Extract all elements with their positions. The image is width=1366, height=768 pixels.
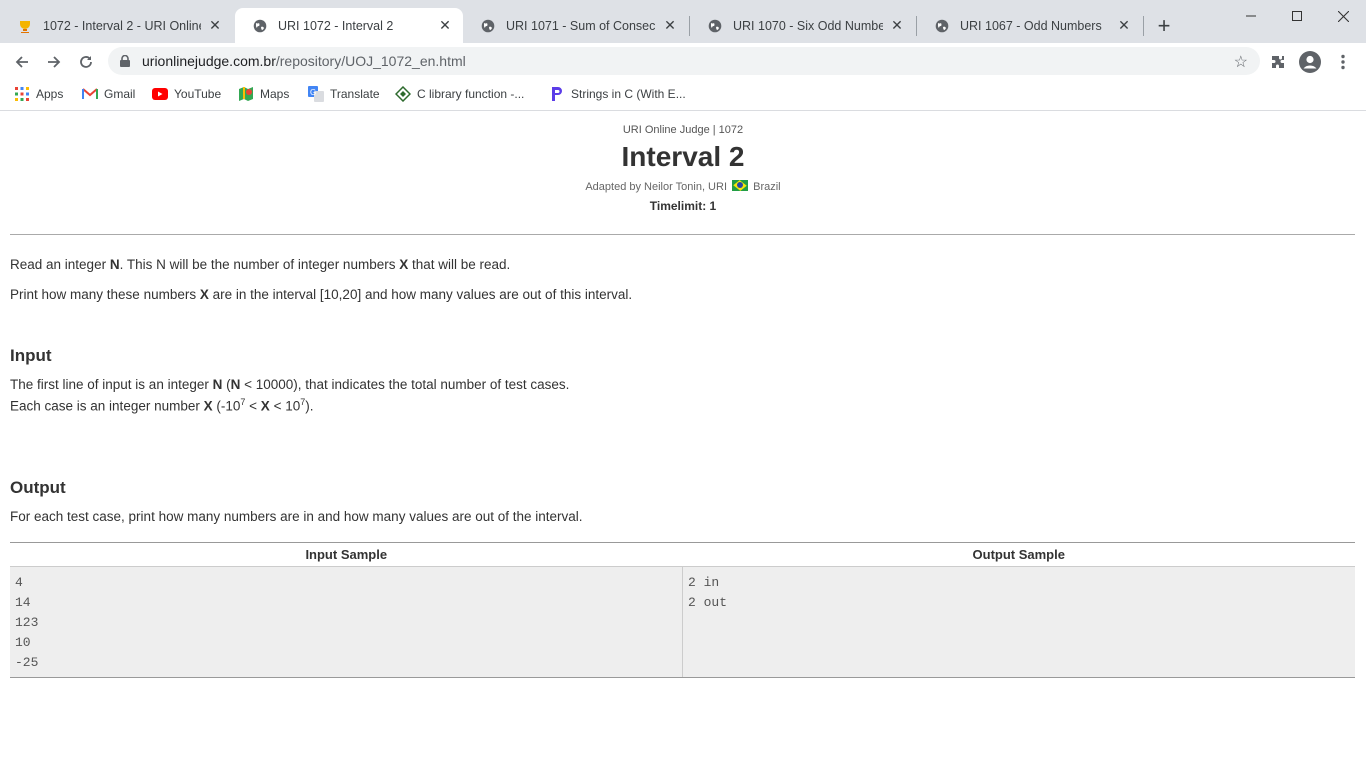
- bookmark-label: Apps: [36, 87, 64, 101]
- menu-button[interactable]: [1329, 48, 1357, 76]
- globe-icon: [480, 18, 496, 34]
- bookmark-label: Translate: [330, 87, 380, 101]
- gmail-icon: [82, 86, 98, 102]
- timelimit: Timelimit: 1: [649, 199, 717, 213]
- bookmark-maps[interactable]: Maps: [238, 86, 289, 102]
- tab-uri-1067[interactable]: URI 1067 - Odd Numbers ✕: [917, 8, 1142, 43]
- globe-icon: [707, 18, 723, 34]
- globe-icon: [934, 18, 950, 34]
- bookmark-apps[interactable]: Apps: [14, 86, 63, 102]
- bookmark-label: Gmail: [104, 87, 136, 101]
- close-icon[interactable]: ✕: [662, 17, 678, 34]
- problem-breadcrumb: URI Online Judge | 1072: [622, 124, 744, 136]
- input-sample-line: 4: [15, 575, 23, 590]
- close-icon[interactable]: ✕: [437, 17, 453, 34]
- back-arrow-icon: [15, 56, 28, 68]
- input-sample-header: Input Sample: [305, 547, 388, 562]
- tab-title: URI 1071 - Sum of Consecutive: [506, 18, 656, 33]
- output-sample-body: 2 in 2 out: [682, 567, 1355, 677]
- tab-uri-1071[interactable]: URI 1071 - Sum of Consecutive ✕: [463, 8, 688, 43]
- input-line-1: The first line of input is an integer N …: [10, 377, 570, 392]
- output-sample-line: 2 in: [688, 575, 720, 590]
- bookmark-c-library[interactable]: C library function -...: [395, 86, 524, 102]
- bookmark-label: Maps: [260, 87, 290, 101]
- tab-title: URI 1070 - Six Odd Numbers: [733, 18, 883, 33]
- tab-title: 1072 - Interval 2 - URI Online J: [43, 18, 201, 33]
- extensions-button[interactable]: [1264, 48, 1292, 76]
- bookmark-star-icon[interactable]: ☆: [1234, 52, 1248, 72]
- close-icon[interactable]: ✕: [889, 17, 905, 34]
- tab-separator: [1143, 16, 1144, 36]
- c-library-icon: [395, 86, 411, 102]
- description-paragraph-1: Read an integer N. This N will be the nu…: [10, 257, 511, 272]
- bookmark-youtube[interactable]: YouTube: [152, 86, 221, 102]
- output-description: For each test case, print how many numbe…: [10, 509, 583, 524]
- bookmark-strings-in-c[interactable]: Strings in C (With E...: [549, 86, 686, 102]
- lock-icon: [120, 55, 132, 67]
- apps-grid-icon: [14, 86, 30, 102]
- input-sample-body: 4 14 123 10 -25: [10, 567, 682, 677]
- divider: [10, 234, 1355, 235]
- close-icon[interactable]: ✕: [207, 17, 223, 34]
- tab-title: URI 1072 - Interval 2: [278, 18, 394, 33]
- input-heading: Input: [10, 346, 52, 365]
- youtube-icon: [152, 86, 168, 102]
- close-icon[interactable]: ✕: [1116, 17, 1132, 34]
- globe-icon: [252, 18, 268, 34]
- browser-toolbar: urionlinejudge.com.br/repository/UOJ_107…: [0, 43, 1366, 80]
- bookmark-gmail[interactable]: Gmail: [82, 86, 135, 102]
- back-button[interactable]: [8, 48, 36, 76]
- profile-button[interactable]: [1296, 48, 1324, 76]
- page-content: URI Online Judge | 1072 Interval 2 Adapt…: [0, 111, 1366, 768]
- output-heading: Output: [10, 478, 66, 497]
- tab-title: URI 1067 - Odd Numbers: [960, 18, 1102, 33]
- input-sample-line: 123: [15, 615, 39, 630]
- brazil-flag-icon: [732, 180, 749, 191]
- forward-button[interactable]: [40, 48, 68, 76]
- bookmark-translate[interactable]: G Translate: [308, 86, 380, 102]
- tab-strip: 1072 - Interval 2 - URI Online J ✕ URI 1…: [0, 0, 1366, 43]
- minimize-button[interactable]: [1228, 0, 1274, 32]
- url-host: urionlinejudge.com.br: [142, 53, 276, 69]
- reload-icon: [80, 56, 92, 68]
- input-sample-line: 10: [15, 635, 31, 650]
- bookmark-label: YouTube: [174, 87, 222, 101]
- close-window-button[interactable]: [1320, 0, 1366, 32]
- tab-1072-uri-online[interactable]: 1072 - Interval 2 - URI Online J ✕: [0, 8, 233, 43]
- page-title: Interval 2: [621, 141, 745, 172]
- kebab-menu-icon: [1341, 54, 1345, 70]
- new-tab-button[interactable]: +: [1152, 13, 1176, 38]
- maps-icon: [238, 86, 254, 102]
- sample-table: Input Sample Output Sample 4 14 123 10 -…: [10, 542, 1355, 678]
- adapted-by-text: Adapted by Neilor Tonin, URI: [585, 181, 727, 193]
- tab-uri-1072-interval-2[interactable]: URI 1072 - Interval 2 ✕: [235, 8, 463, 43]
- puzzle-icon: [1272, 56, 1284, 68]
- description-paragraph-2: Print how many these numbers X are in th…: [10, 287, 633, 302]
- programiz-icon: [549, 86, 565, 102]
- forward-arrow-icon: [48, 56, 61, 68]
- bookmarks-bar: Apps Gmail YouTube Maps G Translate C li…: [0, 80, 1366, 111]
- avatar-icon: [1299, 51, 1321, 73]
- translate-icon: G: [308, 86, 324, 102]
- output-sample-line: 2 out: [688, 595, 728, 610]
- input-sample-line: 14: [15, 595, 31, 610]
- bookmark-label: C library function -...: [417, 87, 525, 101]
- maximize-button[interactable]: [1274, 0, 1320, 32]
- tab-uri-1070[interactable]: URI 1070 - Six Odd Numbers ✕: [690, 8, 915, 43]
- country-name: Brazil: [753, 181, 781, 193]
- svg-text:G: G: [310, 88, 316, 97]
- output-sample-header: Output Sample: [972, 547, 1065, 562]
- uri-trophy-icon: [17, 18, 33, 34]
- adapted-by: Adapted by Neilor Tonin, URI Brazil: [0, 180, 1366, 193]
- address-bar[interactable]: urionlinejudge.com.br/repository/UOJ_107…: [108, 47, 1260, 75]
- bookmark-label: Strings in C (With E...: [571, 87, 686, 101]
- url-path: /repository/UOJ_1072_en.html: [275, 53, 466, 69]
- reload-button[interactable]: [72, 48, 100, 76]
- input-line-2: Each case is an integer number X (-107 <…: [10, 397, 314, 414]
- input-sample-line: -25: [15, 655, 39, 670]
